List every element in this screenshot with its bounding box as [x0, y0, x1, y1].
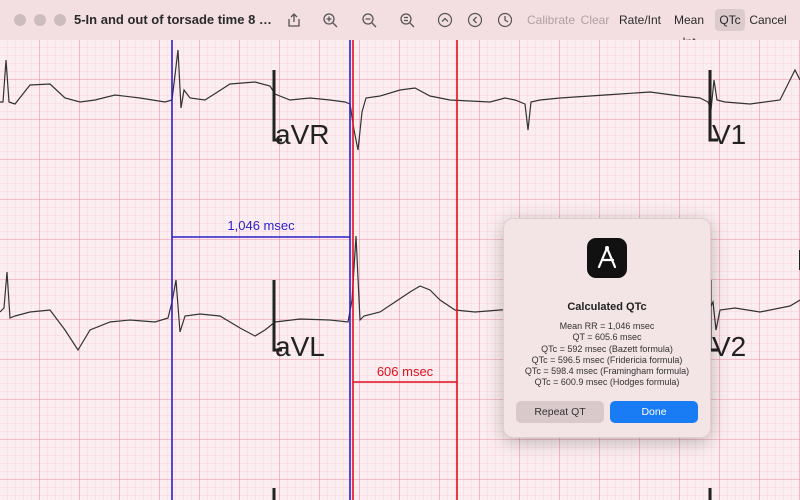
zoom-in-icon[interactable]	[321, 11, 339, 29]
result-qtc-fridericia: QTc = 596.5 msec (Fridericia formula)	[504, 355, 710, 366]
calipers-icon	[587, 238, 627, 278]
minimize-window-button[interactable]	[34, 14, 46, 26]
lead-label-v2: V2	[712, 331, 746, 362]
left-icon[interactable]	[466, 11, 484, 29]
zoom-out-icon[interactable]	[360, 11, 378, 29]
mean-int-button[interactable]: Mean Int	[666, 9, 712, 31]
up-icon[interactable]	[436, 11, 454, 29]
result-qtc-bazett: QTc = 592 msec (Bazett formula)	[504, 344, 710, 355]
clock-icon[interactable]	[496, 11, 514, 29]
result-qtc-hodges: QTc = 600.9 msec (Hodges formula)	[504, 377, 710, 388]
result-mean-rr: Mean RR = 1,046 msec	[504, 321, 710, 332]
rate-int-button[interactable]: Rate/Int	[618, 9, 662, 31]
zoom-fit-icon[interactable]	[398, 11, 416, 29]
rr-caliper-label: 1,046 msec	[227, 218, 295, 233]
zoom-window-button[interactable]	[54, 14, 66, 26]
qtc-button[interactable]: QTc	[715, 9, 745, 31]
clear-button[interactable]: Clear	[580, 9, 610, 31]
window-title: 5-In and out of torsade time 8 mi...	[74, 12, 274, 27]
repeat-qt-button[interactable]: Repeat QT	[516, 401, 604, 423]
share-icon[interactable]	[285, 11, 303, 29]
dialog-results: Mean RR = 1,046 msec QT = 605.6 msec QTc…	[504, 321, 710, 389]
dialog-title: Calculated QTc	[504, 301, 710, 313]
done-button[interactable]: Done	[610, 401, 698, 423]
result-qt: QT = 605.6 msec	[504, 332, 710, 343]
lead-label-avr: aVR	[275, 119, 329, 150]
lead-label-v1: V1	[712, 119, 746, 150]
close-window-button[interactable]	[14, 14, 26, 26]
result-qtc-framingham: QTc = 598.4 msec (Framingham formula)	[504, 366, 710, 377]
qt-caliper-label: 606 msec	[377, 364, 434, 379]
cancel-button[interactable]: Cancel	[748, 9, 788, 31]
title-bar: 5-In and out of torsade time 8 mi... Cal…	[0, 0, 800, 41]
lead-label-avl: aVL	[275, 331, 325, 362]
calibrate-button[interactable]: Calibrate	[526, 9, 576, 31]
qtc-result-dialog: Calculated QTc Mean RR = 1,046 msec QT =…	[503, 218, 711, 438]
